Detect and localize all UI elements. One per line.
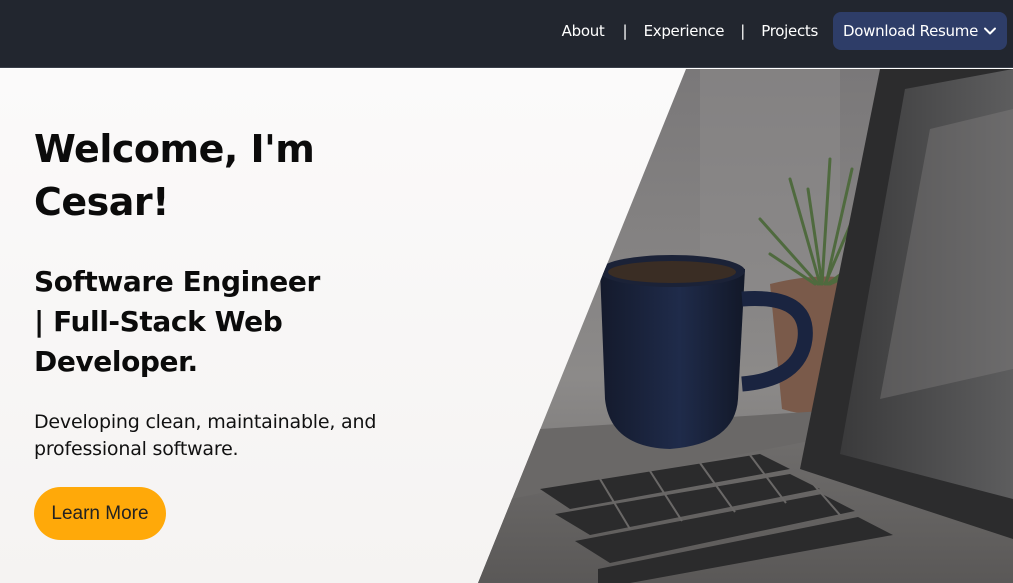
nav-separator: | <box>622 22 628 40</box>
navbar: About | Experience | Projects Download R… <box>0 0 1013 68</box>
nav-link-experience[interactable]: Experience <box>644 22 725 40</box>
hero-title: Welcome, I'm Cesar! <box>34 127 315 224</box>
nav-link-projects[interactable]: Projects <box>761 22 818 40</box>
nav-links: About | Experience | Projects Download R… <box>562 12 1007 50</box>
nav-link-about[interactable]: About <box>562 22 605 40</box>
learn-more-button[interactable]: Learn More <box>34 487 166 540</box>
download-resume-button[interactable]: Download Resume <box>833 12 1007 50</box>
download-resume-label: Download Resume <box>843 22 978 40</box>
hero-tagline: Developing clean, maintainable, and prof… <box>34 411 377 460</box>
hero-text: Welcome, I'm Cesar! Software Engineer | … <box>34 123 434 463</box>
hero-section: Welcome, I'm Cesar! Software Engineer | … <box>0 69 1013 583</box>
hero-subtitle: Software Engineer | Full-Stack Web Devel… <box>34 265 320 378</box>
chevron-down-icon <box>983 24 997 38</box>
nav-separator: | <box>740 22 746 40</box>
